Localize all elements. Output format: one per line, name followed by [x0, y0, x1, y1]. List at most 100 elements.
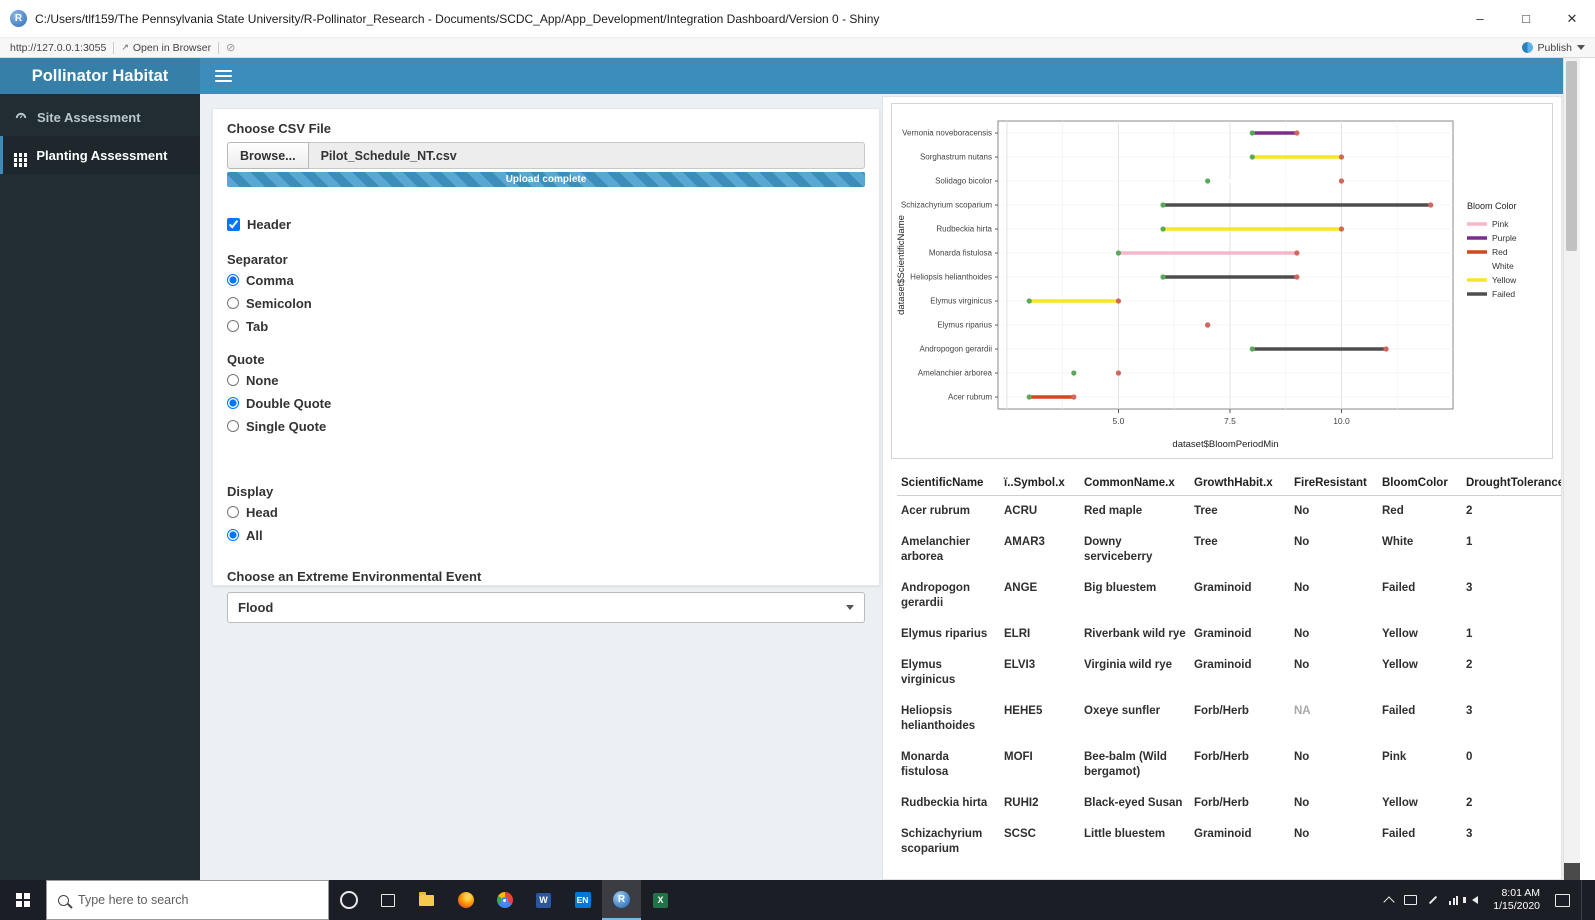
cortana-button[interactable]: [329, 880, 368, 920]
show-desktop-strip[interactable]: [1581, 880, 1587, 920]
rstudio-button[interactable]: [602, 880, 641, 920]
hidden-icons-chevron[interactable]: [1383, 895, 1395, 908]
language-badge[interactable]: EN: [563, 880, 602, 920]
event-select-value: Flood: [238, 600, 274, 615]
table-cell: 1: [1466, 628, 1473, 640]
open-in-browser-button[interactable]: ↗ Open in Browser: [121, 42, 211, 54]
radio-input[interactable]: [227, 274, 239, 286]
table-cell: Graminoid: [1194, 828, 1252, 840]
action-center-icon[interactable]: [1555, 893, 1570, 907]
sidebar: Site Assessment Planting Assessment: [0, 94, 200, 880]
shiny-app: Pollinator Habitat Site Assessment Plant…: [0, 58, 1580, 880]
file-name-field[interactable]: Pilot_Schedule_NT.csv: [308, 142, 865, 169]
language-icon: EN: [574, 892, 591, 908]
sidebar-toggle-button[interactable]: [200, 58, 246, 94]
table-cell: Riverbank wild rye: [1084, 628, 1186, 640]
chrome-button[interactable]: [485, 880, 524, 920]
sidebar-item-site-assessment[interactable]: Site Assessment: [0, 98, 200, 136]
table-cell: HEHE5: [1004, 705, 1043, 717]
radio-option-comma[interactable]: Comma: [227, 270, 865, 290]
windows-logo-icon: [15, 892, 23, 900]
radio-input[interactable]: [227, 420, 239, 432]
radio-input[interactable]: [227, 529, 239, 541]
radio-option-tab[interactable]: Tab: [227, 316, 865, 336]
table-col-header[interactable]: GrowthHabit.x: [1190, 471, 1290, 496]
table-cell: Red: [1382, 505, 1404, 517]
publish-caret-icon[interactable]: [1577, 45, 1585, 50]
radio-input[interactable]: [227, 397, 239, 409]
scrollbar-thumb[interactable]: [1566, 61, 1577, 251]
table-col-header[interactable]: CommonName.x: [1080, 471, 1190, 496]
radio-input[interactable]: [227, 374, 239, 386]
excel-button[interactable]: [641, 880, 680, 920]
close-button[interactable]: ✕: [1549, 0, 1595, 37]
table-col-header[interactable]: FireResistant: [1290, 471, 1378, 496]
radio-option-all[interactable]: All: [227, 525, 865, 545]
radio-option-double-quote[interactable]: Double Quote: [227, 393, 865, 413]
table-cell: Graminoid: [1194, 582, 1252, 594]
taskbar-clock[interactable]: 8:01 AM 1/15/2020: [1493, 887, 1540, 913]
radio-label: Tab: [246, 318, 269, 334]
grid-icon: [14, 153, 18, 157]
maximize-button[interactable]: □: [1503, 0, 1549, 37]
task-view-button[interactable]: [368, 880, 407, 920]
quote-radio-group: None Double Quote Single Quote: [227, 370, 865, 436]
radio-input[interactable]: [227, 297, 239, 309]
radio-input[interactable]: [227, 320, 239, 332]
radio-option-none[interactable]: None: [227, 370, 865, 390]
publish-button[interactable]: Publish: [1538, 42, 1572, 54]
svg-text:7.5: 7.5: [1224, 416, 1236, 426]
taskbar-search[interactable]: Type here to search: [46, 880, 329, 920]
dashboard-icon: [15, 112, 27, 119]
table-cell: MOFI: [1004, 751, 1033, 763]
table-col-header[interactable]: ï..Symbol.x: [1000, 471, 1080, 496]
start-button[interactable]: [0, 880, 46, 920]
header-checkbox-input[interactable]: [227, 218, 240, 231]
table-cell: Failed: [1382, 582, 1416, 594]
pen-tray-icon[interactable]: [1429, 895, 1438, 905]
table-row: Elymus virginicus ELVI3 Virginia wild rye G…: [897, 650, 1561, 696]
table-cell: 2: [1466, 659, 1473, 671]
radio-input[interactable]: [227, 506, 239, 518]
table-cell: 3: [1466, 828, 1473, 840]
table-col-header[interactable]: DroughtTolerance: [1462, 471, 1561, 496]
firefox-button[interactable]: [446, 880, 485, 920]
stop-icon[interactable]: ⊘: [226, 41, 235, 54]
firefox-icon: [457, 892, 474, 908]
svg-text:Schizachyrium scoparium: Schizachyrium scoparium: [901, 201, 992, 210]
browse-button[interactable]: Browse...: [227, 142, 309, 169]
svg-text:dataset$ScientificName: dataset$ScientificName: [896, 215, 907, 315]
file-input: Browse... Pilot_Schedule_NT.csv: [227, 142, 865, 169]
network-tray-icon[interactable]: [1449, 895, 1459, 905]
bloom-chart-svg: Vernonia noveboracensis Sorghastrum nutan…: [896, 120, 1517, 450]
header-checkbox[interactable]: Header: [227, 217, 865, 232]
svg-text:Failed: Failed: [1492, 289, 1515, 299]
table-cell: SCSC: [1004, 828, 1036, 840]
main-content: Choose CSV File Browse... Pilot_Schedule…: [200, 94, 1580, 880]
quote-label: Quote: [227, 352, 265, 367]
event-select[interactable]: Flood: [227, 592, 865, 623]
app-header: Pollinator Habitat: [0, 58, 1580, 94]
window-controls: – □ ✕: [1457, 0, 1595, 37]
table-cell: Rudbeckia hirta: [901, 797, 988, 809]
radio-option-head[interactable]: Head: [227, 502, 865, 522]
word-button[interactable]: [524, 880, 563, 920]
table-cell: Monarda fistulosa: [901, 751, 949, 778]
table-row: Schizachyrium scoparium SCSC Little bluest…: [897, 819, 1561, 865]
vertical-scrollbar[interactable]: [1563, 58, 1580, 880]
display-tray-icon[interactable]: [1404, 895, 1418, 905]
file-explorer-button[interactable]: [407, 880, 446, 920]
sidebar-item-planting-assessment[interactable]: Planting Assessment: [0, 136, 200, 174]
radio-option-semicolon[interactable]: Semicolon: [227, 293, 865, 313]
radio-option-single-quote[interactable]: Single Quote: [227, 416, 865, 436]
table-row: Monarda fistulosa MOFI Bee-balm (Wild berg…: [897, 742, 1561, 788]
clock-time: 8:01 AM: [1501, 887, 1540, 899]
search-icon: [58, 894, 69, 906]
minimize-button[interactable]: –: [1457, 0, 1503, 37]
table-col-header[interactable]: BloomColor: [1378, 471, 1462, 496]
table-cell: Tree: [1194, 536, 1218, 548]
table-col-header[interactable]: ScientificName: [897, 471, 1000, 496]
speaker-tray-icon[interactable]: [1463, 896, 1479, 904]
table-cell: 1: [1466, 536, 1473, 548]
svg-text:10.0: 10.0: [1333, 416, 1350, 426]
